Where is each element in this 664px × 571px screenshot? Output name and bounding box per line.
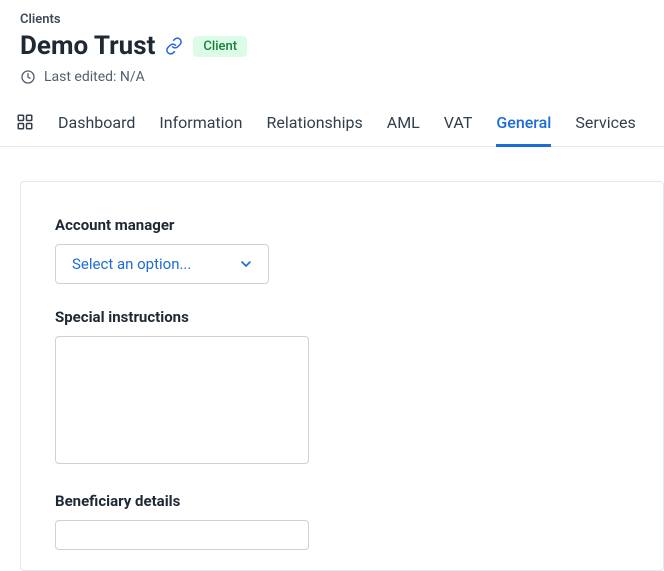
special-instructions-field: Special instructions — [55, 308, 629, 468]
tab-information[interactable]: Information — [159, 109, 242, 147]
chevron-down-icon — [238, 256, 254, 272]
beneficiary-details-input[interactable] — [55, 520, 309, 550]
tab-general[interactable]: General — [496, 109, 551, 147]
beneficiary-details-label: Beneficiary details — [55, 492, 629, 510]
special-instructions-textarea[interactable] — [55, 336, 309, 464]
tab-relationships[interactable]: Relationships — [267, 109, 363, 147]
account-manager-select-text: Select an option... — [72, 255, 191, 273]
account-manager-select[interactable]: Select an option... — [55, 244, 269, 284]
general-form-card: Account manager Select an option... Spec… — [20, 181, 664, 571]
last-edited-text: Last edited: N/A — [44, 69, 145, 85]
beneficiary-details-field: Beneficiary details — [55, 492, 629, 550]
tab-aml[interactable]: AML — [387, 109, 420, 147]
page-title: Demo Trust — [20, 31, 155, 61]
tab-vat[interactable]: VAT — [444, 109, 473, 147]
link-icon[interactable] — [165, 37, 183, 55]
account-manager-field: Account manager Select an option... — [55, 216, 629, 284]
tab-services[interactable]: Services — [575, 109, 635, 147]
special-instructions-label: Special instructions — [55, 308, 629, 326]
breadcrumb[interactable]: Clients — [20, 12, 664, 27]
last-edited-row: Last edited: N/A — [20, 69, 664, 85]
client-badge: Client — [193, 36, 247, 57]
clock-icon — [20, 69, 36, 85]
apps-icon[interactable] — [16, 119, 34, 137]
tab-dashboard[interactable]: Dashboard — [58, 109, 135, 147]
tab-bar: Dashboard Information Relationships AML … — [0, 109, 664, 147]
title-row: Demo Trust Client — [20, 31, 664, 61]
account-manager-label: Account manager — [55, 216, 629, 234]
